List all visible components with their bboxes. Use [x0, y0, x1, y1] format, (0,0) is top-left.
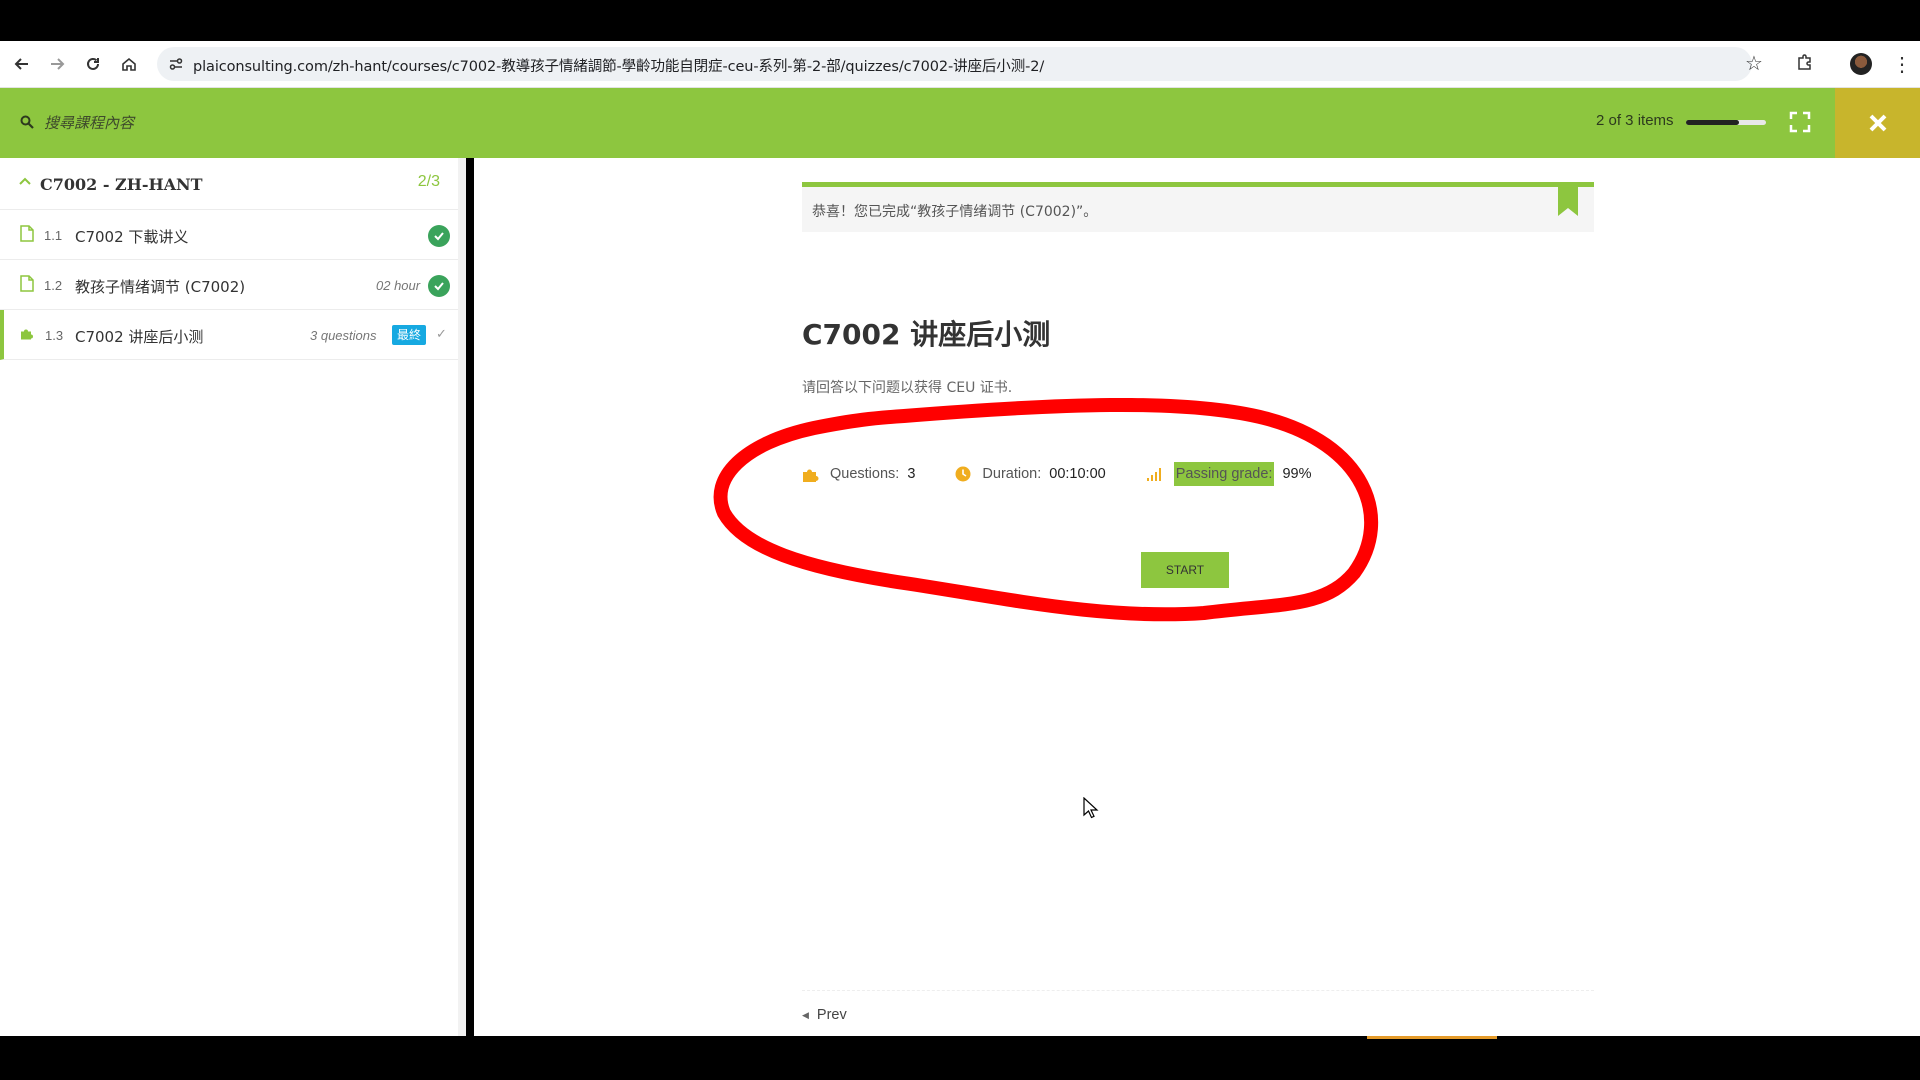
document-icon: [20, 225, 34, 242]
quiz-title: C7002 讲座后小测: [802, 318, 1051, 351]
document-icon: [20, 275, 34, 292]
course-progress-fill: [1686, 120, 1740, 125]
back-arrow-icon[interactable]: [9, 51, 35, 77]
lesson-item[interactable]: 1.1 C7002 下載讲义: [0, 210, 458, 260]
lesson-name[interactable]: C7002 下載讲义: [75, 226, 188, 247]
profile-avatar[interactable]: [1850, 53, 1872, 75]
quiz-puzzle-icon: [21, 329, 33, 340]
close-course-button[interactable]: [1835, 88, 1920, 158]
content-footer: ◀ Prev: [802, 990, 1594, 1023]
browser-toolbar: plaiconsulting.com/zh-hant/courses/c7002…: [0, 41, 1920, 88]
extensions-icon[interactable]: [1796, 53, 1814, 71]
mouse-cursor-icon: [1083, 797, 1099, 819]
site-settings-icon[interactable]: [167, 55, 185, 73]
quiz-description: 请回答以下问题以获得 CEU 证书.: [802, 380, 1013, 396]
screen: plaiconsulting.com/zh-hant/courses/c7002…: [0, 0, 1920, 1080]
prev-label[interactable]: Prev: [817, 1007, 847, 1023]
lesson-item[interactable]: 1.2 教孩子情绪调节 (C7002) 02 hour: [0, 260, 458, 310]
caret-left-icon: ◀: [802, 1009, 809, 1020]
close-icon: [1869, 114, 1886, 132]
red-circle-annotation: [713, 398, 1378, 622]
completed-check-icon: [428, 225, 450, 247]
section-title: C7002 - ZH-HANT: [40, 175, 203, 194]
notice-text: 恭喜！您已完成“教孩子情绪调节 (C7002)”。: [812, 204, 1098, 220]
url-text[interactable]: plaiconsulting.com/zh-hant/courses/c7002…: [193, 55, 1044, 76]
main-content: 恭喜！您已完成“教孩子情绪调节 (C7002)”。 C7002 讲座后小测 请回…: [474, 158, 1920, 1036]
completed-check-icon: [428, 275, 450, 297]
bottom-accent-strip: [1367, 1036, 1497, 1039]
lesson-number: 1.3: [45, 328, 64, 343]
quiz-question-count: 3 questions: [310, 328, 377, 343]
home-icon[interactable]: [116, 51, 142, 77]
lesson-duration: 02 hour: [376, 278, 421, 293]
check-icon: ✓: [436, 326, 447, 341]
course-progress-bar: [1686, 120, 1766, 125]
lesson-number: 1.1: [44, 228, 63, 243]
section-count: 2/3: [417, 173, 440, 190]
address-bar[interactable]: plaiconsulting.com/zh-hant/courses/c7002…: [157, 47, 1752, 81]
chevron-up-icon[interactable]: [18, 174, 32, 188]
bookmark-ribbon-icon: [1558, 182, 1578, 216]
course-search-input[interactable]: [44, 110, 444, 136]
kebab-menu-icon[interactable]: ⋮: [1892, 52, 1912, 77]
prev-link[interactable]: ◀ Prev: [802, 1007, 847, 1023]
lesson-number: 1.2: [44, 278, 63, 293]
course-header: 2 of 3 items: [0, 88, 1920, 158]
final-badge: 最終: [392, 325, 427, 345]
bookmark-star-icon[interactable]: ☆: [1745, 51, 1763, 76]
search-icon: [20, 115, 34, 129]
lesson-item-active[interactable]: 1.3 C7002 讲座后小测 3 questions 最終 ✓: [0, 310, 458, 360]
lesson-name[interactable]: C7002 讲座后小测: [75, 326, 203, 347]
lesson-name[interactable]: 教孩子情绪调节 (C7002): [75, 276, 245, 297]
reload-icon[interactable]: [80, 51, 106, 77]
forward-arrow-icon[interactable]: [44, 51, 70, 77]
completion-notice: 恭喜！您已完成“教孩子情绪调节 (C7002)”。: [802, 182, 1594, 232]
curriculum-sidebar: C7002 - ZH-HANT 2/3 1.1 C7002 下載讲义 1.2 教…: [0, 158, 466, 1036]
fullscreen-icon[interactable]: [1788, 110, 1812, 134]
items-count: 2 of 3 items: [1596, 112, 1674, 129]
section-header[interactable]: C7002 - ZH-HANT 2/3: [0, 158, 458, 210]
